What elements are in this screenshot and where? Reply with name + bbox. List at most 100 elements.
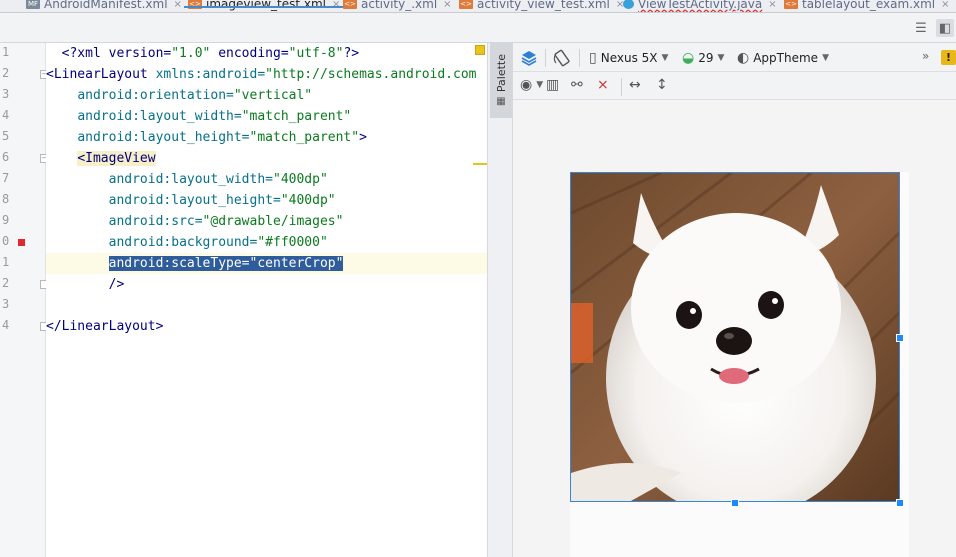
tab-android-manifest[interactable]: MF AndroidManifest.xml × (26, 0, 182, 12)
code-line: <?xml version="1.0" encoding="utf-8"?> (46, 43, 487, 64)
resize-handle-bottom[interactable] (731, 499, 739, 507)
attr-name: android:layout_width= (77, 109, 242, 124)
theme-icon: ◐ (737, 50, 750, 66)
close-icon[interactable]: × (443, 0, 451, 10)
margins-button[interactable]: ▥ (546, 77, 559, 93)
palette-label: Palette (494, 53, 508, 93)
orientation-button[interactable] (553, 49, 571, 67)
resize-handle-right[interactable] (896, 334, 904, 342)
expand-vertical-button[interactable]: ↕ (656, 77, 668, 93)
expand-horizontal-button[interactable]: ↔ (629, 77, 641, 93)
code-line: android:orientation="vertical" (46, 85, 487, 106)
tag-name: </LinearLayout> (46, 319, 164, 334)
code-line: <ImageView (46, 148, 487, 169)
code-line: <LinearLayout xmlns:android="http://sche… (46, 64, 487, 85)
api-level-selector[interactable]: ◒ 29 ▼ (682, 50, 724, 66)
line-number: 7 (2, 171, 10, 185)
code-line: android:layout_height="400dp" (46, 190, 487, 211)
line-number: 3 (2, 297, 10, 311)
tab-imageview-test[interactable]: <> imageview_test.xml × (184, 0, 345, 12)
design-toolbar: ▯ Nexus 5X ▼ ◒ 29 ▼ ◐ AppTheme ▼ » ! (513, 43, 956, 72)
line-number: 8 (2, 192, 10, 206)
breakpoint-color-marker[interactable] (18, 239, 25, 246)
warning-icon[interactable]: ! (941, 50, 956, 65)
line-number-gutter: 1 2 3 4 5 6 7 8 9 0 1 2 3 4 − − (0, 43, 48, 557)
line-number: 5 (2, 129, 10, 143)
close-icon[interactable]: × (332, 0, 340, 10)
tab-label: ViewTestActivity.java (638, 0, 763, 11)
line-number: 0 (2, 234, 10, 248)
attr-name: android:src= (108, 214, 203, 229)
device-name: Nexus 5X (600, 51, 658, 65)
dog-photo (571, 173, 899, 501)
attr-value: "vertical" (233, 88, 313, 103)
line-number: 9 (2, 213, 10, 227)
close-icon[interactable]: × (174, 0, 182, 10)
clear-constraints-icon: ⨯ (597, 77, 609, 93)
inspection-status-icon[interactable] (475, 45, 485, 55)
chevron-down-icon: ▼ (661, 53, 669, 63)
code-lines-icon: ☰ (915, 20, 927, 36)
attr-name: android:layout_width= (108, 172, 273, 187)
autoconnect-button[interactable]: ⚯ (571, 77, 583, 93)
tab-activity-view-test[interactable]: <> activity_view_test.xml × (459, 0, 624, 12)
line-number: 1 (2, 255, 10, 269)
palette-tab[interactable]: Palette ▦ (490, 43, 512, 118)
device-selector[interactable]: ▯ Nexus 5X ▼ (589, 50, 668, 66)
toolbar-separator (545, 49, 546, 67)
magnet-off-icon: ⚯ (571, 77, 583, 93)
manifest-file-icon: MF (26, 0, 40, 9)
warning-stripe-marker[interactable] (473, 163, 487, 165)
tab-label: tablelayout_exam.xml (802, 0, 936, 11)
design-preview-panel: ▯ Nexus 5X ▼ ◒ 29 ▼ ◐ AppTheme ▼ » ! ◉ ▼… (513, 43, 956, 557)
xml-file-icon: <> (459, 0, 473, 9)
tag-name: <LinearLayout (46, 67, 156, 82)
view-mode-strip: ☰ ◧ (0, 13, 956, 43)
tab-activity[interactable]: <> activity_.xml × (343, 0, 452, 12)
toolbar-overflow-button[interactable]: » (922, 49, 929, 63)
xml-declaration: ?> (343, 46, 360, 61)
code-line: android:layout_width="match_parent" (46, 106, 487, 127)
line-number: 4 (2, 108, 10, 122)
code-view-button[interactable]: ☰ (912, 19, 930, 37)
tag-close: /> (108, 277, 125, 292)
attr-value: "match_parent" (241, 109, 352, 124)
code-line: android:layout_width="400dp" (46, 169, 487, 190)
close-icon[interactable]: × (941, 0, 949, 10)
view-options-button[interactable]: ◉ ▼ (520, 77, 543, 93)
theme-selector[interactable]: ◐ AppTheme ▼ (737, 50, 829, 66)
xml-code-editor[interactable]: <?xml version="1.0" encoding="utf-8"?> <… (46, 43, 487, 557)
resize-handle-corner[interactable] (896, 499, 904, 507)
tab-view-test-activity[interactable]: ViewTestActivity.java × (623, 0, 777, 12)
theme-name: AppTheme (753, 51, 819, 65)
attr-name: android:orientation= (77, 88, 234, 103)
horizontal-arrows-icon: ↔ (629, 77, 641, 93)
close-icon[interactable]: × (768, 0, 776, 10)
design-surface-button[interactable] (520, 49, 538, 67)
xml-file-icon: <> (343, 0, 357, 9)
split-view-button[interactable]: ◧ (936, 19, 954, 37)
line-number: 6 (2, 150, 10, 164)
tab-tablelayout-exam[interactable]: <> tablelayout_exam.xml × (784, 0, 949, 12)
imageview-preview[interactable] (570, 172, 900, 502)
code-line: /> (46, 274, 487, 295)
active-tab-indicator (184, 6, 345, 8)
attr-value: "400dp" (273, 172, 328, 187)
xml-declaration: encoding= (210, 46, 289, 61)
line-number: 4 (2, 318, 10, 332)
current-code-line: android:scaleType="centerCrop" (46, 253, 487, 274)
layout-canvas[interactable] (513, 100, 956, 557)
xml-declaration: <?xml version= (61, 46, 172, 61)
tab-label: activity_.xml (361, 0, 438, 11)
phone-icon: ▯ (589, 50, 597, 66)
toolbar-separator (579, 49, 580, 67)
clear-constraints-button[interactable]: ⨯ (597, 77, 609, 93)
attr-value: "#ff0000" (257, 235, 328, 250)
attr-value: "utf-8" (288, 46, 344, 61)
attr-name: android:layout_height= (77, 130, 250, 145)
line-number: 1 (2, 45, 10, 59)
java-class-icon (623, 0, 634, 9)
selected-text[interactable]: android:scaleType="centerCrop" (108, 256, 344, 271)
attr-value: "centerCrop" (249, 256, 344, 271)
